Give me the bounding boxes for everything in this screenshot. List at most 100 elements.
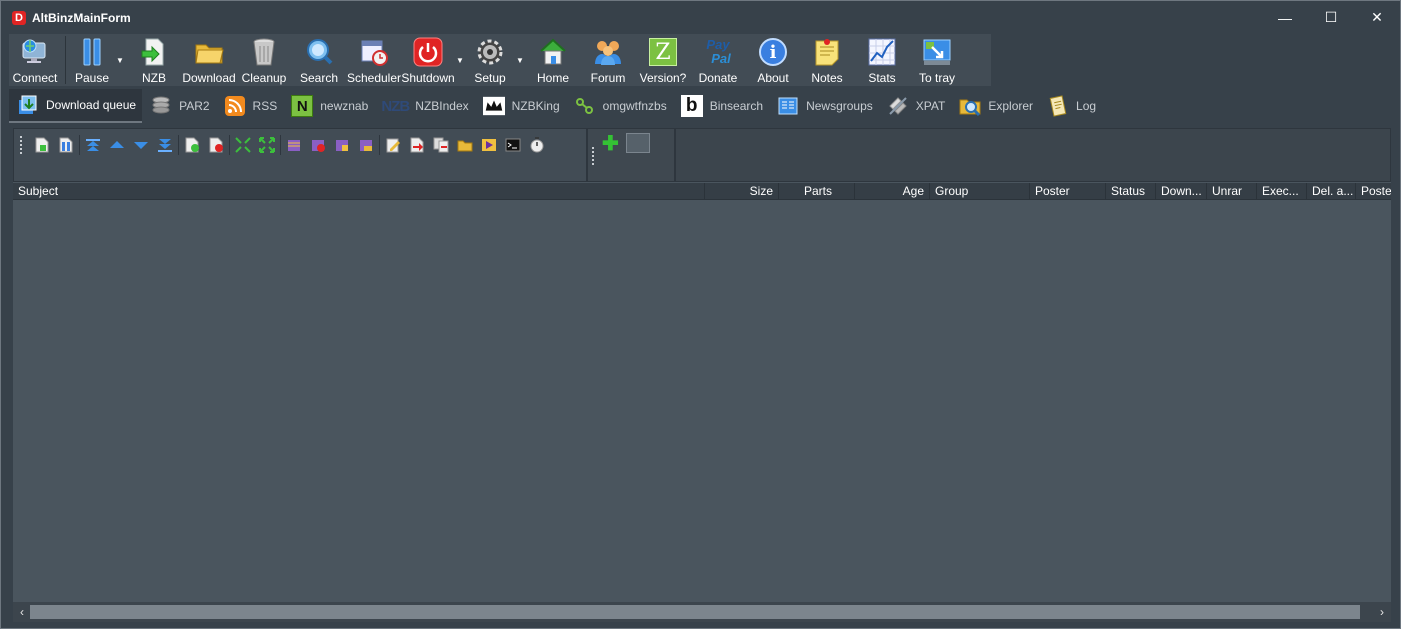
column-header-poste[interactable]: Poste... [1356,183,1391,200]
column-header-poster[interactable]: Poster [1030,183,1106,200]
move-up-icon[interactable] [105,134,129,156]
open-folder-icon[interactable] [453,134,477,156]
paypal-icon: Pay Pal [703,37,733,67]
binsearch-icon: b [680,95,703,117]
to-tray-button[interactable]: To tray [910,34,964,86]
tab-par2[interactable]: PAR2 [142,89,215,123]
edit-icon[interactable] [381,134,405,156]
column-header-unrar[interactable]: Unrar [1207,183,1257,200]
tab-label: newznab [320,99,369,113]
setup-button[interactable]: Setup [466,34,514,86]
move-bottom-icon[interactable] [153,134,177,156]
scheduler-label: Scheduler [346,71,402,85]
tab-label: omgwtfnzbs [602,99,667,113]
pause-dropdown-icon[interactable]: ▼ [114,34,126,86]
notes-button[interactable]: Notes [800,34,854,86]
tab-label: Newsgroups [806,99,873,113]
tab-explorer[interactable]: Explorer [951,89,1039,123]
donate-label: Donate [698,71,738,85]
toolbar-separator [280,135,281,155]
pause-button[interactable]: Pause [70,34,114,86]
download-button[interactable]: Download [182,34,236,86]
move-top-icon[interactable] [81,134,105,156]
column-header-exec[interactable]: Exec... [1257,183,1307,200]
timer-icon[interactable] [525,134,549,156]
move-down-icon[interactable] [129,134,153,156]
version-button[interactable]: Z Version? [636,34,690,86]
empty-slot[interactable] [626,133,650,153]
archive-settings-icon[interactable] [330,134,354,156]
column-header-status[interactable]: Status [1106,183,1156,200]
collapse-icon[interactable] [231,134,255,156]
add-item-icon[interactable] [180,134,204,156]
cleanup-button[interactable]: Cleanup [236,34,292,86]
nzb-button[interactable]: NZB [126,34,182,86]
toolbar-grip[interactable] [592,147,596,165]
nzb-label: NZB [142,71,166,85]
forum-label: Forum [590,71,626,85]
forum-button[interactable]: Forum [580,34,636,86]
maximize-button[interactable]: ☐ [1308,1,1354,34]
tab-nzbking[interactable]: NZBKing [475,89,566,123]
title-bar[interactable]: D AltBinzMainForm — ☐ ✕ [1,1,1400,34]
column-header-group[interactable]: Group [930,183,1030,200]
nzbindex-glyph: NZB [381,97,410,115]
file-info-icon[interactable] [54,134,78,156]
notes-label: Notes [811,71,843,85]
column-header-age[interactable]: Age [855,183,930,200]
scroll-left-icon[interactable]: ‹ [13,602,31,622]
home-button[interactable]: Home [526,34,580,86]
export-icon[interactable] [405,134,429,156]
donate-button[interactable]: Pay Pal Donate [690,34,746,86]
add-file-icon[interactable] [30,134,54,156]
copy-icon[interactable] [429,134,453,156]
tab-xpat[interactable]: XPAT [879,89,952,123]
stats-button[interactable]: Stats [854,34,910,86]
about-button[interactable]: i About [746,34,800,86]
tray-icon [922,37,952,67]
horizontal-scrollbar[interactable]: ‹ › [13,602,1391,622]
queue-grid-body[interactable] [13,200,1391,602]
run-icon[interactable] [477,134,501,156]
archive-delete-icon[interactable] [306,134,330,156]
archive-icon[interactable] [282,134,306,156]
trash-can-icon [249,37,279,67]
tab-omgwtfnzbs[interactable]: omgwtfnzbs [566,89,673,123]
tab-newznab[interactable]: N newznab [283,89,374,123]
column-header-size[interactable]: Size [705,183,779,200]
column-header-subject[interactable]: Subject [13,183,705,200]
tab-binsearch[interactable]: b Binsearch [673,89,769,123]
connect-button[interactable]: Connect [9,34,61,86]
app-window: D AltBinzMainForm — ☐ ✕ Connect Pause ▼ [0,0,1401,629]
console-icon[interactable] [501,134,525,156]
nzbindex-icon: NZB [381,95,410,117]
toolbar-grip[interactable] [20,136,24,154]
setup-label: Setup [474,71,506,85]
scheduler-button[interactable]: Scheduler [346,34,402,86]
add-plus-icon[interactable]: ✚ [602,134,622,154]
scroll-thumb[interactable] [30,605,1360,619]
column-header-down[interactable]: Down... [1156,183,1207,200]
expand-icon[interactable] [255,134,279,156]
tab-rss[interactable]: RSS [216,89,284,123]
xpat-icon [887,95,909,117]
pause-label: Pause [74,71,110,85]
column-header-del-after[interactable]: Del. a... [1307,183,1356,200]
tab-download-queue[interactable]: Download queue [9,89,143,123]
paypal-text-1: Pay [706,37,730,52]
column-header-parts[interactable]: Parts [779,183,855,200]
scroll-right-icon[interactable]: › [1373,602,1391,622]
folder-icon [194,37,224,67]
setup-dropdown-icon[interactable]: ▼ [514,34,526,86]
search-button[interactable]: Search [292,34,346,86]
archive-folder-icon[interactable] [354,134,378,156]
tab-log[interactable]: Log [1039,89,1102,123]
remove-item-icon[interactable] [204,134,228,156]
minimize-button[interactable]: — [1262,1,1308,34]
tab-newsgroups[interactable]: Newsgroups [769,89,879,123]
shutdown-dropdown-icon[interactable]: ▼ [454,34,466,86]
shutdown-button[interactable]: Shutdown [401,34,455,86]
toolbar-separator [229,135,230,155]
tab-nzbindex[interactable]: NZB NZBIndex [374,89,474,123]
close-button[interactable]: ✕ [1354,1,1400,34]
